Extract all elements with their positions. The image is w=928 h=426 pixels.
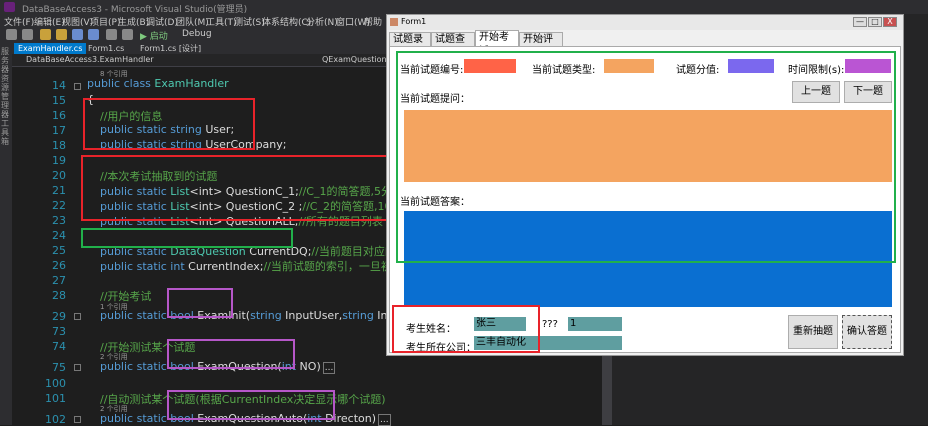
fold-toggle-icon[interactable]	[74, 364, 81, 371]
form-title-bar: Form1 — □ X	[387, 15, 903, 30]
tab-form1-cs[interactable]: Form1.cs	[84, 43, 128, 54]
tab-start-scoring[interactable]: 开始评分	[519, 32, 563, 59]
undo-icon[interactable]	[106, 29, 117, 40]
line-number: 74	[52, 340, 66, 353]
annotation-box-exam-init	[167, 288, 233, 318]
line-number: 18	[52, 139, 66, 152]
line-number: 75	[52, 361, 66, 374]
forward-icon[interactable]	[22, 29, 33, 40]
tab-question-entry[interactable]: 试题录入	[389, 32, 431, 59]
back-icon[interactable]	[6, 29, 17, 40]
annotation-box-exam-question	[167, 339, 295, 369]
redo-icon[interactable]	[122, 29, 133, 40]
line-number: 17	[52, 124, 66, 137]
line-number: 73	[52, 325, 66, 338]
line-number: 22	[52, 199, 66, 212]
line-number: 101	[45, 392, 66, 405]
vs-left-toolstrip: 服务器资源管理器工具箱	[0, 43, 12, 425]
line-number: 20	[52, 169, 66, 182]
code-line: public class ExamHandler	[87, 77, 229, 90]
server-explorer-toolbox-label[interactable]: 服务器资源管理器工具箱	[1, 47, 11, 146]
line-number: 21	[52, 184, 66, 197]
line-number: 28	[52, 289, 66, 302]
save-all-icon[interactable]	[88, 29, 99, 40]
visual-studio-logo-icon	[4, 2, 15, 12]
line-number: 23	[52, 214, 66, 227]
collapsed-code-marker: ...	[378, 414, 391, 426]
tab-start-exam[interactable]: 开始考试	[475, 30, 519, 57]
collapsed-code-marker: ...	[322, 362, 336, 374]
tab-question-view[interactable]: 试题查看	[431, 32, 475, 59]
save-icon[interactable]	[72, 29, 83, 40]
form-app-icon	[390, 18, 398, 26]
annotation-box-current-dq	[81, 228, 293, 248]
close-button[interactable]: X	[883, 17, 897, 27]
redraw-questions-button[interactable]: 重新抽题	[788, 315, 838, 349]
tab-form1-design[interactable]: Form1.cs [设计]	[136, 43, 205, 54]
form-title: Form1	[401, 17, 427, 26]
label-unknown: ???	[542, 319, 558, 330]
line-number: 26	[52, 259, 66, 272]
config-dropdown[interactable]: Debug	[182, 29, 212, 39]
fold-toggle-icon[interactable]	[74, 416, 81, 423]
line-number: 25	[52, 244, 66, 257]
vs-title-bar: DataBaseAccess3 - Microsoft Visual Studi…	[0, 0, 928, 15]
form-tab-strip: 试题录入 试题查看 开始考试 开始评分	[389, 30, 899, 59]
start-exam-page: 当前试题编号: 当前试题类型: 试题分值: 时间限制(s): 当前试题提问： 上…	[389, 46, 901, 354]
current-index-input[interactable]: 1	[568, 317, 622, 331]
class-dropdown[interactable]: DataBaseAccess3.ExamHandler	[26, 55, 154, 64]
line-number: 29	[52, 310, 66, 323]
line-number: 102	[45, 413, 66, 426]
start-button[interactable]: ▶ 启动	[140, 29, 168, 42]
open-folder-icon[interactable]	[56, 29, 67, 40]
line-number: 19	[52, 154, 66, 167]
maximize-button[interactable]: □	[868, 17, 882, 27]
fold-toggle-icon[interactable]	[74, 313, 81, 320]
line-number: 15	[52, 94, 66, 107]
minimize-button[interactable]: —	[853, 17, 867, 27]
line-number: 14	[52, 79, 66, 92]
annotation-box-exam-question-auto	[167, 390, 335, 420]
annotation-box-user-info	[83, 98, 255, 150]
line-number: 27	[52, 274, 66, 287]
line-number: 24	[52, 229, 66, 242]
tab-examhandler[interactable]: ExamHandler.cs	[14, 43, 87, 54]
line-number: 100	[45, 377, 66, 390]
code-line: public static bool ExamInit(string Input…	[100, 309, 431, 322]
annotation-box-candidate-info	[392, 305, 540, 353]
annotation-box-question-area	[396, 51, 896, 263]
fold-toggle-icon[interactable]	[74, 83, 81, 90]
new-project-icon[interactable]	[40, 29, 51, 40]
annotation-box-questions	[81, 155, 389, 221]
line-number: 16	[52, 109, 66, 122]
confirm-answer-button[interactable]: 确认答题	[842, 315, 892, 349]
code-line: public static int CurrentIndex;//当前试题的索引…	[100, 260, 425, 273]
form1-window: Form1 — □ X 试题录入 试题查看 开始考试 开始评分 当前试题编号: …	[386, 14, 904, 356]
